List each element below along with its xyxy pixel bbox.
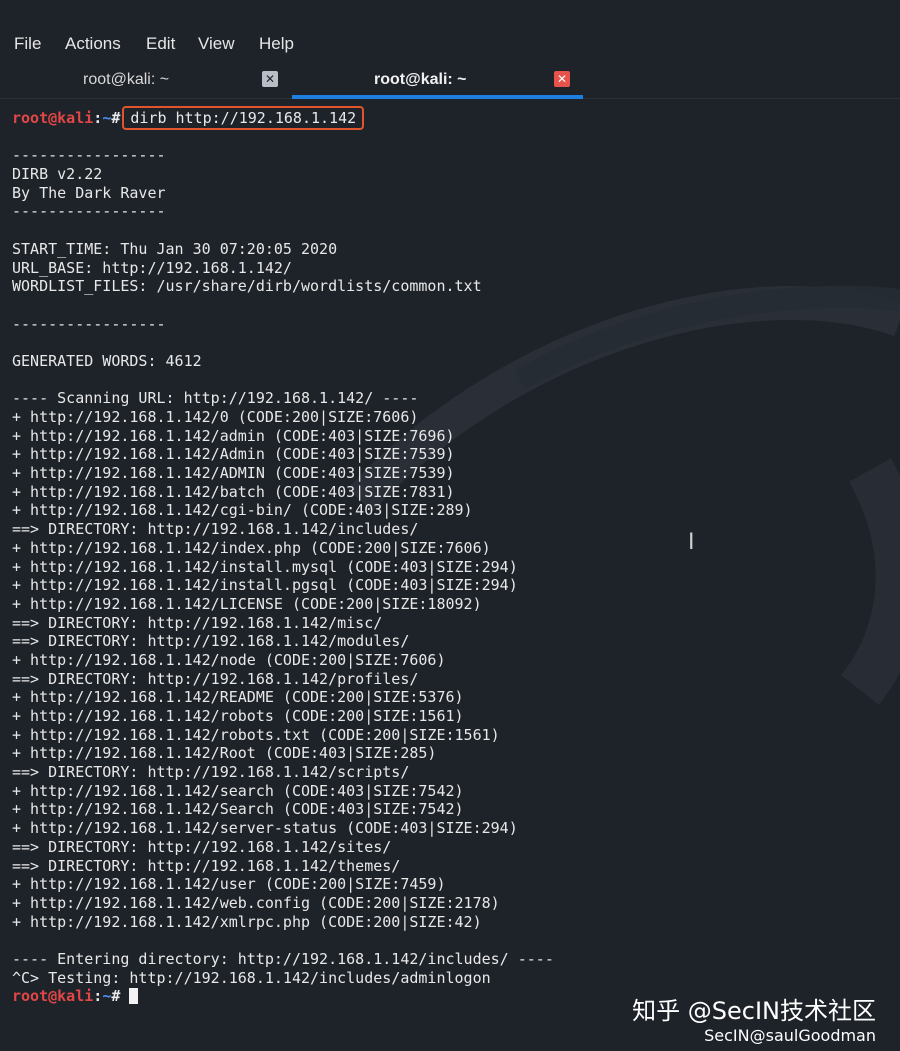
- output-line: ---- Entering directory: http://192.168.…: [12, 949, 554, 968]
- prompt-path: ~: [102, 109, 112, 127]
- output-line: ^C> Testing: http://192.168.1.142/includ…: [12, 968, 491, 987]
- output-line: ---- Scanning URL: http://192.168.1.142/…: [12, 389, 419, 408]
- prompt-symbol: #: [111, 109, 121, 127]
- output-line: ==> DIRECTORY: http://192.168.1.142/modu…: [12, 632, 410, 651]
- output-line: + http://192.168.1.142/Root (CODE:403|SI…: [12, 744, 437, 763]
- output-line: -----------------: [12, 314, 166, 333]
- prompt-symbol: #: [111, 987, 121, 1006]
- prompt-user: root@kali: [12, 109, 94, 127]
- output-line: + http://192.168.1.142/Admin (CODE:403|S…: [12, 445, 455, 464]
- terminal-output[interactable]: root@kali:~# dirb http://192.168.1.142 --…: [12, 106, 892, 1006]
- watermark-sub: SecIN@saulGoodman: [704, 1026, 876, 1045]
- output-line: URL_BASE: http://192.168.1.142/: [12, 258, 292, 277]
- output-line: + http://192.168.1.142/node (CODE:200|SI…: [12, 650, 446, 669]
- output-line: + http://192.168.1.142/batch (CODE:403|S…: [12, 482, 455, 501]
- output-line: ==> DIRECTORY: http://192.168.1.142/site…: [12, 837, 392, 856]
- output-line: -----------------: [12, 146, 166, 165]
- output-line: + http://192.168.1.142/robots (CODE:200|…: [12, 707, 464, 725]
- output-line: ==> DIRECTORY: http://192.168.1.142/prof…: [12, 669, 419, 688]
- output-line: -----------------: [12, 202, 166, 221]
- output-line: ==> DIRECTORY: http://192.168.1.142/incl…: [12, 520, 419, 539]
- output-line: GENERATED WORDS: 4612: [12, 351, 202, 370]
- output-line: + http://192.168.1.142/Search (CODE:403|…: [12, 800, 464, 819]
- output-line: + http://192.168.1.142/search (CODE:403|…: [12, 781, 464, 800]
- tab-terminal-1[interactable]: root@kali: ~ ✕: [0, 64, 290, 98]
- output-line: WORDLIST_FILES: /usr/share/dirb/wordlist…: [12, 277, 482, 296]
- output-line: DIRB v2.22: [12, 165, 103, 184]
- command-prompt-line: root@kali:~# dirb http://192.168.1.142: [12, 106, 892, 130]
- output-line: ==> DIRECTORY: http://192.168.1.142/misc…: [12, 613, 383, 632]
- output-line: START_TIME: Thu Jan 30 07:20:05 2020: [12, 239, 338, 258]
- output-line: + http://192.168.1.142/README (CODE:200|…: [12, 688, 464, 707]
- prompt-path: ~: [102, 987, 112, 1006]
- tab-bar: root@kali: ~ ✕ root@kali: ~ ✕: [0, 64, 900, 99]
- output-line: + http://192.168.1.142/0 (CODE:200|SIZE:…: [12, 408, 419, 426]
- text-cursor: [129, 988, 139, 1005]
- output-line: ==> DIRECTORY: http://192.168.1.142/them…: [12, 856, 401, 875]
- mouse-ibeam-cursor-icon: I: [688, 530, 695, 555]
- highlighted-command: dirb http://192.168.1.142: [122, 106, 365, 130]
- output-line: + http://192.168.1.142/LICENSE (CODE:200…: [12, 594, 482, 613]
- close-icon[interactable]: ✕: [554, 71, 570, 87]
- menu-edit[interactable]: Edit: [146, 34, 175, 54]
- close-icon[interactable]: ✕: [262, 71, 278, 87]
- menu-actions[interactable]: Actions: [65, 34, 121, 54]
- output-line: + http://192.168.1.142/ADMIN (CODE:403|S…: [12, 464, 455, 483]
- output-line: + http://192.168.1.142/robots.txt (CODE:…: [12, 725, 500, 744]
- menu-help[interactable]: Help: [259, 34, 294, 54]
- tab-terminal-2-active[interactable]: root@kali: ~ ✕: [292, 64, 583, 99]
- output-line: + http://192.168.1.142/admin (CODE:403|S…: [12, 426, 455, 445]
- output-line: + http://192.168.1.142/install.mysql (CO…: [12, 557, 518, 576]
- menu-file[interactable]: File: [14, 34, 41, 54]
- watermark-main: 知乎 @SecIN技术社区: [632, 997, 876, 1025]
- terminal-window: File Actions Edit View Help root@kali: ~…: [0, 0, 900, 1051]
- output-lines: ----------------- DIRB v2.22 By The Dark R…: [12, 128, 892, 988]
- menu-view[interactable]: View: [198, 34, 235, 54]
- tab-label: root@kali: ~: [374, 71, 467, 88]
- tab-label: root@kali: ~: [83, 71, 170, 88]
- watermark: 知乎 @SecIN技术社区 SecIN@saulGoodman: [632, 996, 876, 1046]
- output-line: + http://192.168.1.142/server-status (CO…: [12, 819, 518, 838]
- output-line: + http://192.168.1.142/index.php (CODE:2…: [12, 538, 491, 557]
- output-line: + http://192.168.1.142/cgi-bin/ (CODE:40…: [12, 501, 473, 520]
- output-line: By The Dark Raver: [12, 183, 166, 202]
- output-line: ==> DIRECTORY: http://192.168.1.142/scri…: [12, 763, 410, 782]
- prompt-user: root@kali: [12, 987, 94, 1006]
- active-tab-indicator: [292, 95, 583, 99]
- output-line: + http://192.168.1.142/user (CODE:200|SI…: [12, 875, 446, 894]
- output-line: + http://192.168.1.142/install.pgsql (CO…: [12, 576, 518, 595]
- menu-bar: File Actions Edit View Help: [0, 0, 900, 64]
- output-line: + http://192.168.1.142/xmlrpc.php (CODE:…: [12, 912, 482, 931]
- output-line: + http://192.168.1.142/web.config (CODE:…: [12, 893, 500, 912]
